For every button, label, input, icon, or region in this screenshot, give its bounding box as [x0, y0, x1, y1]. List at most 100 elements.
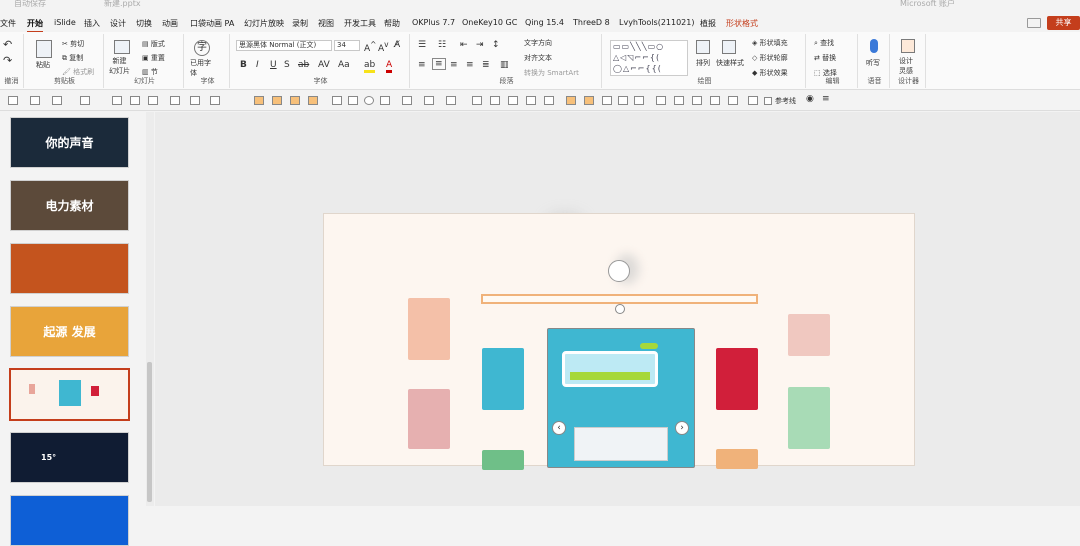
tab-help[interactable]: 帮助 — [384, 18, 400, 29]
green-card-right[interactable] — [788, 387, 830, 449]
qat-rounded-icon[interactable] — [348, 96, 358, 105]
clear-format-icon[interactable]: A̸ — [394, 40, 400, 50]
highlight-icon[interactable]: ab — [364, 60, 376, 73]
strike-icon[interactable]: ab — [298, 60, 309, 70]
qat-brush-icon[interactable] — [618, 96, 628, 105]
tab-view[interactable]: 视图 — [318, 18, 334, 29]
align-text-button[interactable]: 对齐文本 — [524, 53, 552, 63]
tab-threed[interactable]: ThreeD 8 — [573, 18, 610, 27]
qat-line-icon[interactable] — [424, 96, 434, 105]
tab-zhibao[interactable]: 植报 — [700, 18, 716, 29]
qat-copy-icon[interactable] — [566, 96, 576, 105]
qat-fragment-icon[interactable] — [508, 96, 518, 105]
thumbnail-scroll-thumb[interactable] — [147, 362, 152, 502]
pink-card-top-right[interactable] — [788, 314, 830, 356]
qat-star-icon[interactable] — [634, 96, 644, 105]
increase-indent-icon[interactable]: ⇥ — [476, 40, 484, 50]
qat-fill-icon[interactable] — [402, 96, 412, 105]
qat-picture3-icon[interactable] — [692, 96, 702, 105]
qat-size-icon[interactable] — [52, 96, 62, 105]
tab-record[interactable]: 录制 — [292, 18, 308, 29]
shape-outline-button[interactable]: ◇ 形状轮廓 — [752, 53, 788, 63]
tab-islide[interactable]: iSlide — [54, 18, 76, 27]
shadow-icon[interactable]: S — [284, 60, 290, 70]
align-left-icon[interactable]: ≡ — [418, 60, 426, 70]
new-slide-icon[interactable] — [114, 40, 130, 54]
line-spacing-icon[interactable]: ↕ — [492, 40, 500, 50]
qat-bring-front-icon[interactable] — [290, 96, 300, 105]
thumbnail-scrollbar[interactable] — [146, 112, 154, 506]
new-slide-button[interactable]: 新建 幻灯片 — [109, 56, 130, 76]
columns-icon[interactable]: ▥ — [500, 60, 509, 70]
selected-main-card[interactable] — [547, 328, 695, 468]
qat-subtract-icon[interactable] — [544, 96, 554, 105]
design-ideas-button[interactable]: 设计 灵感 — [899, 56, 913, 76]
tab-pocket-anim[interactable]: 口袋动画 PA — [190, 18, 234, 29]
qat-align-right-icon[interactable] — [148, 96, 158, 105]
used-font-button[interactable]: 已用字 体 — [190, 58, 211, 78]
underline-icon[interactable]: U — [270, 60, 277, 70]
tab-transitions[interactable]: 切换 — [136, 18, 152, 29]
share-button[interactable]: 共享 — [1047, 16, 1080, 30]
tab-file[interactable]: 文件 — [0, 18, 16, 29]
distribute-icon[interactable]: ≣ — [482, 60, 490, 70]
qat-intersect-icon[interactable] — [526, 96, 536, 105]
justify-icon[interactable]: ≡ — [466, 60, 474, 70]
paste-icon[interactable] — [36, 40, 52, 58]
bullets-icon[interactable]: ☰ — [418, 40, 426, 50]
qat-shapes-icon[interactable] — [380, 96, 390, 105]
chevron-right-icon[interactable]: › — [675, 421, 689, 435]
font-size-select[interactable]: 34 — [334, 40, 360, 51]
qat-edit-points-icon[interactable] — [446, 96, 456, 105]
qat-eye-icon[interactable]: ◉ — [806, 94, 814, 104]
qat-send-back-icon[interactable] — [308, 96, 318, 105]
rotate-handle[interactable] — [615, 304, 625, 314]
increase-font-icon[interactable]: A^ — [364, 40, 376, 54]
undo-icon[interactable]: ↶ — [3, 38, 12, 51]
tab-developer[interactable]: 开发工具 — [344, 18, 376, 29]
comment-icon[interactable] — [1027, 18, 1041, 28]
orange-card-bottom-right[interactable] — [716, 449, 758, 469]
quick-style-button[interactable]: 快速样式 — [716, 58, 744, 68]
copy-button[interactable]: ⧉ 复制 — [62, 53, 83, 63]
layout-button[interactable]: ▤ 版式 — [142, 39, 165, 49]
qat-slide-icon[interactable] — [748, 96, 758, 105]
tab-home[interactable]: 开始 — [27, 18, 43, 33]
qat-align-center-icon[interactable] — [130, 96, 140, 105]
paste-button[interactable]: 粘贴 — [36, 60, 50, 70]
qat-picture4-icon[interactable] — [710, 96, 720, 105]
slide-thumb-7[interactable] — [10, 495, 129, 546]
reset-button[interactable]: ▣ 重置 — [142, 53, 165, 63]
change-case-icon[interactable]: Aa — [338, 60, 350, 70]
tab-onekey[interactable]: OneKey10 GC — [462, 18, 517, 27]
title-placeholder[interactable] — [481, 294, 758, 304]
designer-icon[interactable] — [901, 39, 915, 53]
qat-align-top-icon[interactable] — [170, 96, 180, 105]
qat-distribute-icon[interactable] — [30, 96, 40, 105]
slide-canvas[interactable]: ‹ › — [323, 213, 915, 470]
tab-animations[interactable]: 动画 — [162, 18, 178, 29]
qat-combine-icon[interactable] — [490, 96, 500, 105]
pink-card-top-left[interactable] — [408, 298, 450, 360]
slide-thumb-2[interactable]: 电力素材 — [10, 180, 129, 231]
pink-card-bottom-left[interactable] — [408, 389, 450, 449]
qat-more-icon[interactable]: ≡ — [822, 94, 830, 104]
italic-icon[interactable]: I — [256, 60, 259, 70]
account-name[interactable]: Microsoft 账户 — [900, 0, 955, 9]
green-card-bottom-left[interactable] — [482, 450, 524, 470]
cut-button[interactable]: ✂ 剪切 — [62, 39, 84, 49]
quick-style-icon[interactable] — [722, 40, 736, 54]
decrease-indent-icon[interactable]: ⇤ — [460, 40, 468, 50]
bold-icon[interactable]: B — [240, 60, 247, 70]
tab-design[interactable]: 设计 — [110, 18, 126, 29]
arrange-icon[interactable] — [696, 40, 710, 54]
qat-crop-icon[interactable] — [80, 96, 90, 105]
red-card-right[interactable] — [716, 348, 758, 410]
qat-rect-icon[interactable] — [332, 96, 342, 105]
spacing-icon[interactable]: AV — [318, 60, 330, 70]
tab-qing[interactable]: Qing 15.4 — [525, 18, 564, 27]
qat-format-icon[interactable] — [602, 96, 612, 105]
qat-paste-icon[interactable] — [584, 96, 594, 105]
shape-gallery[interactable]: ▭▭╲╲╲▭○ △◁◹⌐⌐{(◯△⌐⌐{{( — [610, 40, 688, 76]
shape-fill-button[interactable]: ◈ 形状填充 — [752, 38, 788, 48]
